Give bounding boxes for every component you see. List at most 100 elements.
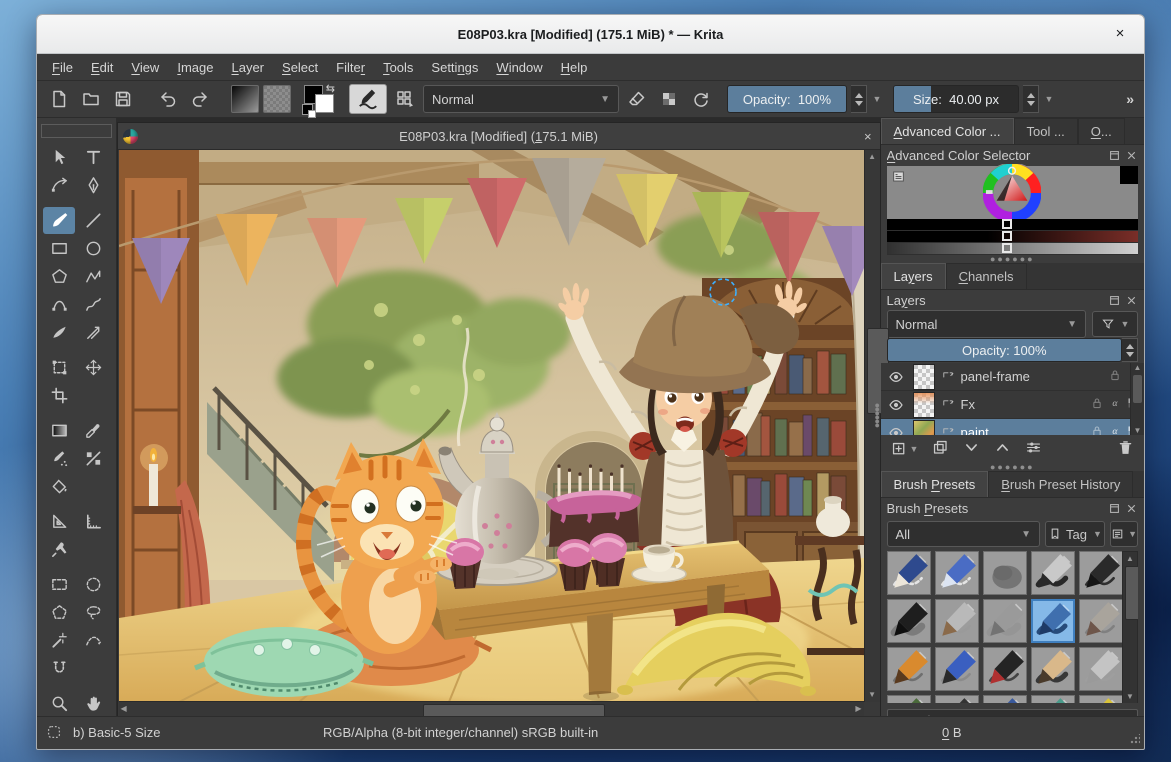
tool-similar-color-selection[interactable] [43, 627, 75, 654]
undo-button[interactable] [154, 85, 182, 113]
float-docker-icon[interactable] [1108, 149, 1121, 162]
menu-help[interactable]: Help [552, 57, 597, 78]
scroll-up-icon[interactable]: ▲ [1131, 363, 1144, 372]
new-document-button[interactable] [45, 85, 73, 113]
menu-window[interactable]: Window [487, 57, 551, 78]
brush-preset-20[interactable] [1079, 695, 1123, 703]
tab-brush-preset-history[interactable]: Brush Preset History [988, 471, 1133, 497]
layer-row-panel-frame[interactable]: panel-frameα [881, 363, 1144, 391]
open-document-button[interactable] [77, 85, 105, 113]
tool-text[interactable] [77, 144, 109, 171]
brush-preset-18[interactable] [983, 695, 1027, 703]
layer-list-scrollbar[interactable]: ▲ ▼ [1130, 363, 1144, 435]
color-slider-1[interactable] [887, 219, 1138, 231]
float-docker-icon[interactable] [1108, 294, 1121, 307]
tool-polyline[interactable] [77, 263, 109, 290]
layer-thumbnail[interactable] [913, 364, 935, 390]
size-options-arrow[interactable]: ▼ [1043, 94, 1055, 104]
blending-mode-dropdown[interactable]: Normal ▼ [423, 85, 619, 113]
slider-marker[interactable] [1002, 243, 1012, 253]
document-titlebar[interactable]: E08P03.kra [Modified] (175.1 MiB) × [118, 123, 880, 150]
layer-row-paint[interactable]: paintα [881, 419, 1144, 435]
tool-freehand-selection[interactable] [77, 599, 109, 626]
color-wheel[interactable] [983, 164, 1041, 222]
add-layer-button[interactable]: ▼ [891, 441, 919, 458]
lock-icon[interactable] [1090, 396, 1104, 413]
close-docker-icon[interactable] [1125, 149, 1138, 162]
save-button[interactable] [109, 85, 137, 113]
layer-name[interactable]: panel-frame [961, 369, 1102, 384]
background-color[interactable] [315, 94, 334, 113]
selector-settings-icon[interactable] [891, 170, 906, 183]
tool-measure[interactable] [77, 508, 109, 535]
reload-preset-button[interactable] [687, 85, 715, 113]
window-titlebar[interactable]: E08P03.kra [Modified] (175.1 MiB) * — Kr… [37, 15, 1144, 54]
tool-gradient[interactable] [43, 417, 75, 444]
document-close-button[interactable]: × [864, 129, 872, 144]
brush-preset-11[interactable] [887, 647, 931, 691]
tool-ellipse[interactable] [77, 235, 109, 262]
preset-filter-dropdown[interactable]: All ▼ [887, 521, 1040, 547]
layer-visibility-icon[interactable] [885, 397, 907, 413]
tool-dynamic-brush[interactable] [43, 319, 75, 346]
tab-o[interactable]: O... [1078, 118, 1125, 144]
scroll-up-icon[interactable]: ▲ [865, 150, 880, 164]
brush-preset-4[interactable] [1031, 551, 1075, 595]
tool-fill[interactable] [43, 473, 75, 500]
menu-tools[interactable]: Tools [374, 57, 422, 78]
delete-layer-button[interactable] [1117, 439, 1134, 459]
tool-magnetic-selection[interactable] [43, 655, 75, 682]
tool-select-shapes[interactable] [43, 144, 75, 171]
menu-image[interactable]: Image [168, 57, 222, 78]
opacity-slider[interactable]: Opacity: 100% [727, 85, 847, 113]
scroll-down-icon[interactable]: ▼ [1131, 426, 1144, 435]
layer-filter-button[interactable]: ▼ [1092, 311, 1138, 337]
layer-blending-mode-dropdown[interactable]: Normal ▼ [887, 310, 1086, 338]
brush-preset-2[interactable] [935, 551, 979, 595]
tool-zoom[interactable] [43, 690, 75, 717]
tool-crop[interactable] [43, 382, 75, 409]
color-slider-3[interactable] [887, 243, 1138, 255]
lock-icon[interactable] [1090, 424, 1104, 435]
reset-colors-icon[interactable] [302, 104, 313, 115]
opacity-options-arrow[interactable]: ▼ [871, 94, 883, 104]
window-resize-grip[interactable] [1130, 734, 1140, 744]
scroll-up-icon[interactable]: ▲ [1123, 552, 1137, 566]
tool-transform[interactable] [43, 354, 75, 381]
brush-preset-13[interactable] [983, 647, 1027, 691]
brush-preset-16[interactable] [887, 695, 931, 703]
alpha-icon[interactable]: α [1108, 396, 1122, 413]
brush-preset-15[interactable] [1079, 647, 1123, 691]
layer-thumbnail[interactable] [913, 392, 935, 418]
tool-pattern-stamp[interactable] [77, 445, 109, 472]
toolbox-handle[interactable] [41, 124, 112, 138]
close-docker-icon[interactable] [1125, 294, 1138, 307]
tab-tool[interactable]: Tool ... [1014, 118, 1078, 144]
pattern-swatch-button[interactable] [263, 85, 291, 113]
scroll-down-icon[interactable]: ▼ [1123, 690, 1137, 703]
redo-button[interactable] [186, 85, 214, 113]
foreground-background-colors[interactable]: ⇆ [303, 84, 335, 114]
splitter-handle[interactable]: ●●●●●● [875, 403, 879, 427]
tag-button[interactable]: Tag ▼ [1045, 521, 1105, 547]
menu-layer[interactable]: Layer [222, 57, 273, 78]
tool-polygon[interactable] [43, 263, 75, 290]
layer-thumbnail[interactable] [913, 420, 935, 436]
gradient-swatch-button[interactable] [231, 85, 259, 113]
scroll-right-icon[interactable]: ▶ [855, 702, 861, 716]
tool-freehand-path[interactable] [77, 291, 109, 318]
size-slider[interactable]: Size: 40.00 px [893, 85, 1019, 113]
move-layer-up-button[interactable] [994, 439, 1011, 459]
tool-bezier-selection[interactable] [77, 627, 109, 654]
menu-file[interactable]: File [43, 57, 82, 78]
size-spinner[interactable] [1023, 85, 1039, 113]
toolbar-overflow-button[interactable]: » [1126, 91, 1134, 107]
layer-properties-button[interactable] [1025, 439, 1042, 459]
advanced-color-selector[interactable] [887, 166, 1138, 219]
tab-advanced-color[interactable]: Advanced Color ... [881, 118, 1014, 144]
tool-color-sampler[interactable] [77, 417, 109, 444]
brush-preset-5[interactable] [1079, 551, 1123, 595]
tool-assistants[interactable] [43, 508, 75, 535]
brush-preset-7[interactable] [935, 599, 979, 643]
menu-view[interactable]: View [122, 57, 168, 78]
